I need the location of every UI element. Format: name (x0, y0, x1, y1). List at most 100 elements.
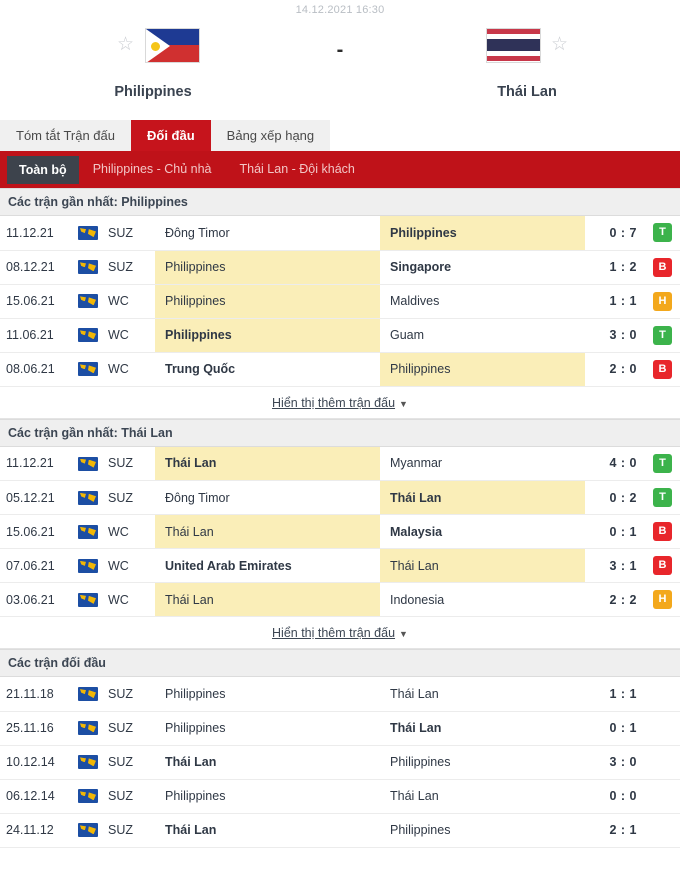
home-team-cell[interactable]: Trung Quốc (155, 352, 380, 387)
home-team-cell[interactable]: Thái Lan (155, 813, 380, 848)
home-team-name[interactable]: Philippines (114, 84, 191, 100)
away-team-cell[interactable]: Philippines (380, 813, 585, 848)
tab-0[interactable]: Tóm tắt Trận đấu (0, 120, 131, 151)
world-map-icon (78, 687, 98, 702)
table-row[interactable]: 08.12.21 SUZ Philippines Singapore 1 : 2 B (0, 250, 680, 285)
home-team-cell[interactable]: Đông Timor (155, 216, 380, 251)
match-date: 25.11.16 (0, 711, 78, 746)
table-row[interactable]: 15.06.21 WC Philippines Maldives 1 : 1 H (0, 284, 680, 319)
status-badge: B (653, 257, 672, 277)
competition-icon-cell (78, 779, 108, 814)
competition-icon-cell (78, 352, 108, 387)
match-score: 0 : 1 (585, 711, 645, 746)
tab-1[interactable]: Đối đầu (131, 120, 211, 151)
table-row[interactable]: 07.06.21 WC United Arab Emirates Thái Lan 3 … (0, 548, 680, 583)
filter-0[interactable]: Toàn bộ (7, 155, 79, 184)
home-team-cell[interactable]: Philippines (155, 677, 380, 712)
world-map-icon (78, 592, 98, 607)
table-row[interactable]: 03.06.21 WC Thái Lan Indonesia 2 : 2 H (0, 582, 680, 617)
status-badge: T (653, 488, 672, 507)
home-team-cell[interactable]: Thái Lan (155, 582, 380, 617)
away-team-cell[interactable]: Singapore (380, 250, 585, 285)
result-badge-cell: B (645, 548, 680, 583)
filter-2[interactable]: Thái Lan - Đội khách (226, 151, 369, 188)
competition-icon-cell (78, 216, 108, 251)
competition-icon-cell (78, 711, 108, 746)
home-team-cell[interactable]: Philippines (155, 711, 380, 746)
match-date: 08.12.21 (0, 250, 78, 285)
table-row[interactable]: 11.06.21 WC Philippines Guam 3 : 0 T (0, 318, 680, 353)
result-badge-cell (645, 677, 680, 712)
home-team-cell[interactable]: United Arab Emirates (155, 548, 380, 583)
table-row[interactable]: 24.11.12 SUZ Thái Lan Philippines 2 : 1 (0, 813, 680, 848)
match-score: 0 : 0 (585, 779, 645, 814)
table-row[interactable]: 11.12.21 SUZ Thái Lan Myanmar 4 : 0 T (0, 446, 680, 481)
away-team-cell[interactable]: Maldives (380, 284, 585, 319)
away-team-cell[interactable]: Thái Lan (380, 677, 585, 712)
table-row[interactable]: 11.12.21 SUZ Đông Timor Philippines 0 : 7 T (0, 216, 680, 251)
away-team-cell[interactable]: Myanmar (380, 446, 585, 481)
home-team-cell[interactable]: Philippines (155, 284, 380, 319)
filter-1[interactable]: Philippines - Chủ nhà (79, 151, 226, 188)
table-row[interactable]: 10.12.14 SUZ Thái Lan Philippines 3 : 0 (0, 745, 680, 780)
result-badge-cell (645, 779, 680, 814)
show-more-matches-button[interactable]: Hiển thị thêm trận đấu ▼ (0, 386, 680, 419)
competition-code: SUZ (108, 711, 155, 746)
status-badge: H (653, 590, 672, 609)
result-badge-cell: T (645, 480, 680, 515)
thailand-flag-icon (485, 27, 541, 63)
home-team-cell[interactable]: Philippines (155, 318, 380, 353)
away-team-cell[interactable]: Malaysia (380, 514, 585, 549)
match-detail-page: 14.12.2021 16:30 ☆ Philippines - ☆ Thái … (0, 0, 680, 888)
favorite-star-icon-home[interactable]: ☆ (117, 35, 135, 54)
away-team-name[interactable]: Thái Lan (497, 84, 557, 100)
world-map-icon (78, 558, 98, 573)
match-datetime: 14.12.2021 16:30 (295, 4, 385, 16)
match-date: 03.06.21 (0, 582, 78, 617)
table-row[interactable]: 06.12.14 SUZ Philippines Thái Lan 0 : 0 (0, 779, 680, 814)
away-team-cell[interactable]: Philippines (380, 216, 585, 251)
status-badge: T (653, 223, 672, 243)
match-score: 2 : 1 (585, 813, 645, 848)
away-team-cell[interactable]: Thái Lan (380, 711, 585, 746)
home-team-cell[interactable]: Thái Lan (155, 446, 380, 481)
competition-icon-cell (78, 480, 108, 515)
match-date: 10.12.14 (0, 745, 78, 780)
competition-code: WC (108, 352, 155, 387)
away-team-cell[interactable]: Thái Lan (380, 779, 585, 814)
away-team-cell[interactable]: Philippines (380, 352, 585, 387)
match-score: 3 : 1 (585, 548, 645, 583)
favorite-star-icon-away[interactable]: ☆ (551, 35, 569, 54)
world-map-icon (78, 456, 98, 471)
home-team-cell[interactable]: Đông Timor (155, 480, 380, 515)
status-badge: T (653, 453, 672, 473)
result-badge-cell (645, 711, 680, 746)
match-header: ☆ Philippines - ☆ Thái Lan (0, 18, 680, 118)
result-badge-cell (645, 745, 680, 780)
show-more-matches-button[interactable]: Hiển thị thêm trận đấu ▼ (0, 617, 680, 649)
table-row[interactable]: 05.12.21 SUZ Đông Timor Thái Lan 0 : 2 T (0, 480, 680, 515)
away-team-cell[interactable]: Thái Lan (380, 548, 585, 583)
away-team-cell[interactable]: Thái Lan (380, 480, 585, 515)
competition-code: SUZ (108, 250, 155, 285)
tab-2[interactable]: Bảng xếp hạng (210, 120, 331, 151)
world-map-icon (78, 260, 98, 275)
table-row[interactable]: 08.06.21 WC Trung Quốc Philippines 2 : 0 B (0, 352, 680, 387)
table-row[interactable]: 25.11.16 SUZ Philippines Thái Lan 0 : 1 (0, 711, 680, 746)
away-team-cell[interactable]: Guam (380, 318, 585, 353)
home-team-cell[interactable]: Philippines (155, 779, 380, 814)
home-team-cell[interactable]: Thái Lan (155, 745, 380, 780)
away-team-cell[interactable]: Indonesia (380, 582, 585, 617)
competition-code: SUZ (108, 779, 155, 814)
result-badge-cell: H (645, 284, 680, 319)
home-team-cell[interactable]: Thái Lan (155, 514, 380, 549)
match-date: 15.06.21 (0, 514, 78, 549)
table-row[interactable]: 21.11.18 SUZ Philippines Thái Lan 1 : 1 (0, 677, 680, 712)
match-score: 4 : 0 (585, 446, 645, 481)
result-badge-cell: H (645, 582, 680, 617)
home-team-cell[interactable]: Philippines (155, 250, 380, 285)
chevron-down-icon: ▼ (399, 629, 408, 639)
match-score: 3 : 0 (585, 318, 645, 353)
table-row[interactable]: 15.06.21 WC Thái Lan Malaysia 0 : 1 B (0, 514, 680, 549)
away-team-cell[interactable]: Philippines (380, 745, 585, 780)
